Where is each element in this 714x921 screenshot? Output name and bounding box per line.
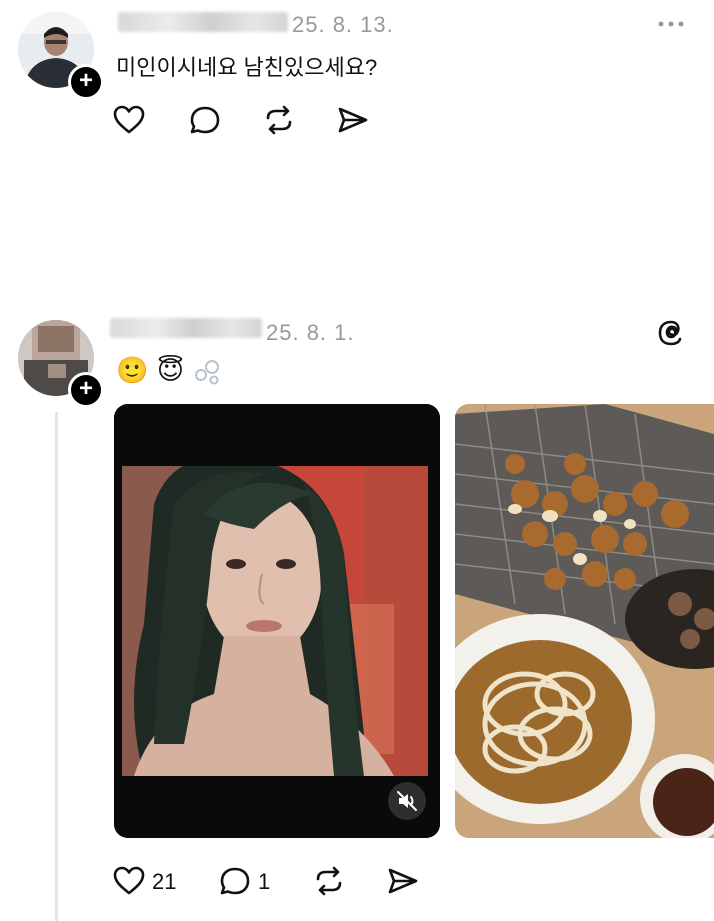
like-heart-icon[interactable] xyxy=(112,104,146,136)
post-date: 25. 8. 1. xyxy=(266,320,355,345)
post-date: 25. 8. 13. xyxy=(292,12,394,37)
repost-icon[interactable] xyxy=(262,104,296,136)
share-send-icon[interactable] xyxy=(386,865,420,897)
share-send-icon[interactable] xyxy=(336,104,370,136)
follow-plus-button[interactable]: + xyxy=(68,372,104,408)
comment-icon[interactable] xyxy=(218,865,252,897)
speaker-muted-icon xyxy=(397,791,417,811)
like-heart-icon[interactable] xyxy=(112,865,146,897)
mute-button[interactable] xyxy=(388,782,426,820)
more-horizontal-icon[interactable] xyxy=(656,14,686,34)
post-text: 미인이시네요 남친있으세요? xyxy=(116,55,378,80)
emoji-smile: 🙂 xyxy=(116,355,149,385)
repost-icon[interactable] xyxy=(312,865,346,897)
media-image-portrait[interactable] xyxy=(114,404,440,838)
grilled-pork-photo xyxy=(455,404,714,838)
username-redacted[interactable] xyxy=(110,318,262,338)
comment-count: 1 xyxy=(258,869,271,894)
threads-logo-icon[interactable] xyxy=(656,318,686,348)
bubbles-icon xyxy=(192,357,222,392)
media-image-food[interactable] xyxy=(455,404,714,838)
emoji-halo: 😇 xyxy=(156,355,184,385)
like-count: 21 xyxy=(152,869,177,894)
follow-plus-button[interactable]: + xyxy=(68,64,104,100)
thread-line xyxy=(55,412,58,921)
username-redacted[interactable] xyxy=(118,12,288,32)
post-2: + 25. 8. 1. 🙂 😇 21 1 xyxy=(0,300,714,921)
portrait-photo xyxy=(114,404,440,838)
comment-icon[interactable] xyxy=(188,104,222,136)
emoji-row: 🙂 😇 xyxy=(116,355,222,387)
post-1: + 25. 8. 13. 미인이시네요 남친있으세요? xyxy=(0,0,714,200)
